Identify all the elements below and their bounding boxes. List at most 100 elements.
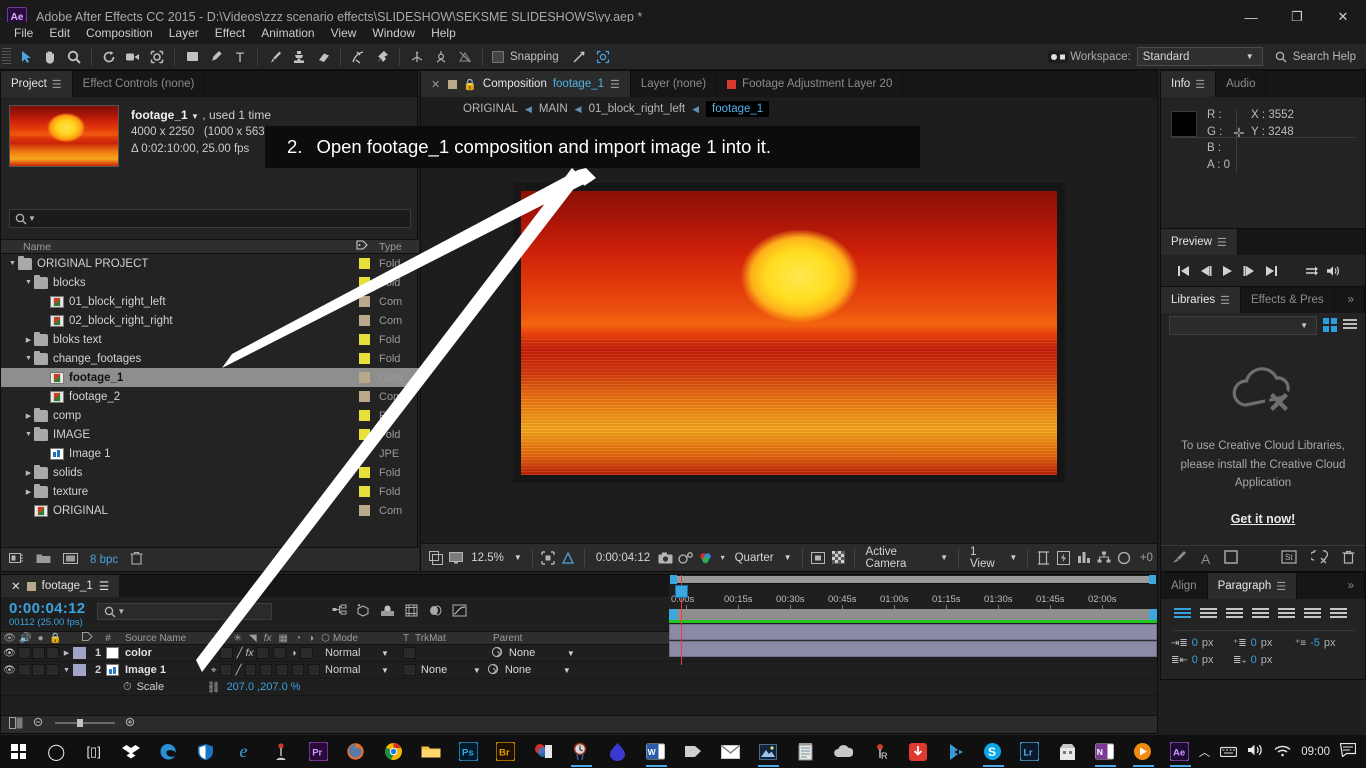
word-icon[interactable]: W xyxy=(637,735,674,768)
bit-depth-label[interactable]: 8 bpc xyxy=(90,554,118,566)
label-color-swatch[interactable] xyxy=(359,372,370,383)
indent-left-field[interactable]: ⇥≣ 0 px xyxy=(1171,637,1233,649)
indent-first-line-field[interactable]: ⁺≣ 0 px xyxy=(1233,637,1295,649)
office-icon[interactable] xyxy=(524,735,561,768)
cortana-icon[interactable]: ◯ xyxy=(37,735,74,768)
project-search-input[interactable]: ▼ xyxy=(9,209,411,228)
tab-libraries[interactable]: Libraries ☰ xyxy=(1161,287,1241,313)
tab-footage[interactable]: Footage Adjustment Layer 20 xyxy=(717,71,904,97)
zoom-tool-icon[interactable] xyxy=(62,46,86,68)
comp-flowchart-icon[interactable] xyxy=(1096,548,1113,568)
layer-parent-value[interactable]: None xyxy=(509,647,567,659)
fast-previews-icon[interactable] xyxy=(1055,548,1072,568)
justify-last-left-icon[interactable] xyxy=(1249,605,1271,623)
align-right-icon[interactable] xyxy=(1223,605,1245,623)
new-composition-icon[interactable] xyxy=(63,552,78,568)
menu-window[interactable]: Window xyxy=(364,23,423,43)
menu-composition[interactable]: Composition xyxy=(78,23,161,43)
stock-search-icon[interactable]: St xyxy=(1281,550,1297,567)
snapping-arrow-icon[interactable] xyxy=(567,46,591,68)
layer-visibility-icon[interactable]: 👁 xyxy=(1,665,18,676)
chrome-icon[interactable] xyxy=(375,735,412,768)
list-item[interactable]: ▶ comp F xyxy=(1,406,419,425)
rainmeter-icon[interactable]: R xyxy=(861,735,898,768)
channel-rgb-icon[interactable] xyxy=(697,548,714,568)
delete-icon[interactable] xyxy=(130,551,143,568)
chevron-down-icon[interactable]: ▼ xyxy=(781,553,795,562)
band-start-handle[interactable] xyxy=(669,609,677,620)
label-color-swatch[interactable] xyxy=(359,505,370,516)
chevron-down-icon[interactable]: ▼ xyxy=(563,666,571,675)
taskbar-clock[interactable]: 09:00 xyxy=(1301,746,1330,758)
chevron-down-icon[interactable]: ▼ xyxy=(191,112,199,121)
list-item[interactable]: ▶ texture Fold xyxy=(1,482,419,501)
composition-mini-flowchart-icon[interactable] xyxy=(332,604,347,620)
tab-audio[interactable]: Audio xyxy=(1216,71,1267,97)
time-ruler[interactable]: 0:00s 00:15s 00:30s 00:45s 01:00s 01:15s… xyxy=(669,584,1157,609)
label-color-swatch[interactable] xyxy=(359,258,370,269)
layer-twirl-icon[interactable]: ▶ xyxy=(60,649,73,657)
add-color-icon[interactable] xyxy=(1224,550,1239,567)
layer-switches[interactable]: ⌖ ╱ xyxy=(207,664,321,676)
menu-view[interactable]: View xyxy=(323,23,365,43)
parent-pickwhip-icon[interactable] xyxy=(487,663,499,678)
previous-frame-icon[interactable] xyxy=(1195,261,1215,281)
chevron-down-icon[interactable]: ▾ xyxy=(718,553,728,562)
delete-icon[interactable] xyxy=(1342,550,1355,567)
menu-animation[interactable]: Animation xyxy=(253,23,322,43)
chevron-down-icon[interactable]: ▼ xyxy=(511,553,525,562)
justify-last-right-icon[interactable] xyxy=(1301,605,1323,623)
sync-off-icon[interactable] xyxy=(1309,547,1329,567)
view-axis-mode-icon[interactable] xyxy=(453,46,477,68)
menu-effect[interactable]: Effect xyxy=(207,23,253,43)
timeline-zoom-out-icon[interactable] xyxy=(33,717,45,732)
column-name[interactable]: Name xyxy=(1,241,345,253)
tab-layer[interactable]: Layer (none) xyxy=(630,71,718,97)
interpret-footage-icon[interactable] xyxy=(9,552,24,568)
parent-pickwhip-icon[interactable] xyxy=(491,646,503,661)
property-value[interactable]: 207.0 ,207.0 % xyxy=(227,681,301,693)
current-time-value[interactable]: 0:00:04:12 xyxy=(592,552,654,564)
notifications-icon[interactable] xyxy=(1339,742,1357,760)
pen-tool-icon[interactable] xyxy=(204,46,228,68)
label-color-swatch[interactable] xyxy=(359,334,370,345)
clone-stamp-tool-icon[interactable] xyxy=(287,46,311,68)
timeline-graph-icon[interactable] xyxy=(1075,548,1092,568)
transparency-grid-icon[interactable] xyxy=(560,548,577,568)
firefox-icon[interactable] xyxy=(337,735,374,768)
show-snapshot-icon[interactable] xyxy=(677,548,694,568)
toggle-mask-icon[interactable] xyxy=(830,548,847,568)
layer-solo-toggle[interactable] xyxy=(32,647,45,659)
layer-mode-value[interactable]: Normal xyxy=(321,664,381,676)
get-it-now-link[interactable]: Get it now! xyxy=(1231,509,1296,529)
toolbar-grip[interactable] xyxy=(2,47,11,66)
band-end-handle[interactable] xyxy=(1149,609,1157,620)
file-explorer-icon[interactable] xyxy=(412,735,449,768)
enable-motion-blur-icon[interactable] xyxy=(428,604,443,620)
timeline-zoom-in-icon[interactable] xyxy=(125,717,137,732)
layer-source-name[interactable]: color xyxy=(125,647,207,659)
enable-frame-blending-icon[interactable] xyxy=(404,604,419,620)
list-item[interactable]: footage_1 Com xyxy=(1,368,419,387)
puppet-pin-tool-icon[interactable] xyxy=(370,46,394,68)
list-item[interactable]: ▼ ORIGINAL PROJECT Fold xyxy=(1,254,419,273)
panel-menu-icon[interactable]: ☰ xyxy=(1195,78,1205,91)
breadcrumb-original[interactable]: ORIGINAL xyxy=(463,103,518,115)
tab-paragraph[interactable]: Paragraph ☰ xyxy=(1207,573,1298,599)
twirl-right-icon[interactable]: ▶ xyxy=(23,336,34,344)
toggle-switches-modes-button[interactable] xyxy=(9,717,23,732)
start-button[interactable] xyxy=(0,735,37,768)
rotation-tool-icon[interactable] xyxy=(97,46,121,68)
photos-icon[interactable] xyxy=(749,735,786,768)
list-item[interactable]: 02_block_right_right Com xyxy=(1,311,419,330)
list-item[interactable]: ▶ solids Fold xyxy=(1,463,419,482)
breadcrumb-main[interactable]: MAIN xyxy=(539,103,568,115)
photoshop-icon[interactable]: Ps xyxy=(449,735,486,768)
layer-mode-value[interactable]: Normal xyxy=(321,647,381,659)
store-icon[interactable] xyxy=(1049,735,1086,768)
twirl-down-icon[interactable]: ▼ xyxy=(23,431,34,438)
current-time-indicator-head[interactable] xyxy=(675,585,688,598)
search-help-field[interactable]: Search Help xyxy=(1275,51,1356,63)
after-effects-icon[interactable]: Ae xyxy=(1161,735,1198,768)
twirl-right-icon[interactable]: ▶ xyxy=(23,469,34,477)
